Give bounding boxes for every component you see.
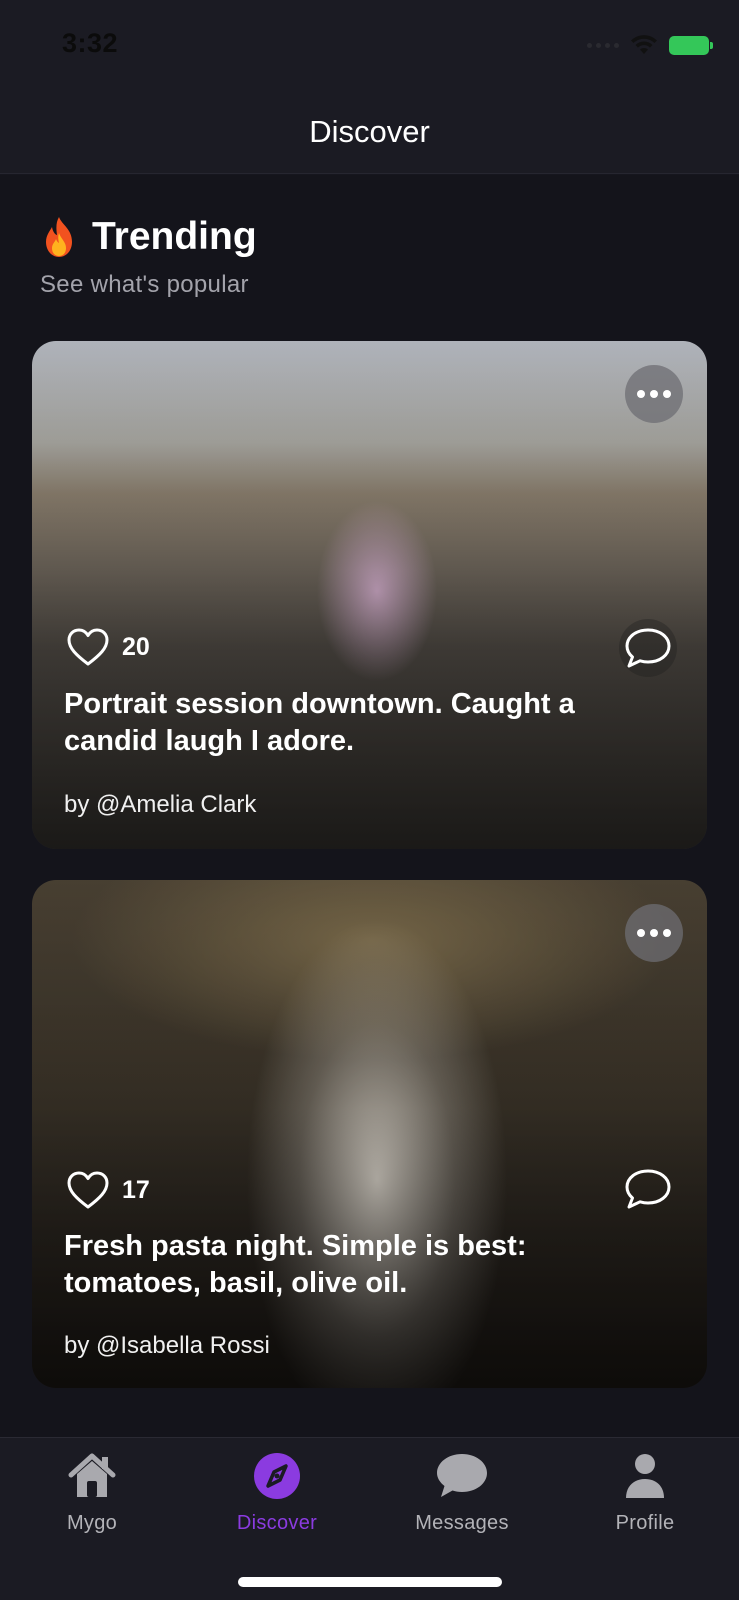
more-options-button[interactable]	[625, 904, 683, 962]
heart-icon	[67, 628, 109, 666]
like-button[interactable]: 17	[66, 1170, 150, 1210]
post-caption: Portrait session downtown. Caught a cand…	[64, 688, 575, 757]
tab-bar: Mygo Discover Messages Profile	[0, 1437, 739, 1600]
fire-icon	[46, 217, 72, 257]
section-title: Trending	[92, 215, 257, 258]
dot-icon	[663, 929, 671, 937]
trending-section-header: Trending See what's popular	[40, 215, 257, 299]
post-card[interactable]: 20 Portrait session downtown. Caught a c…	[32, 341, 707, 849]
tab-label: Discover	[236, 1512, 318, 1534]
tab-discover[interactable]: Discover	[207, 1450, 347, 1535]
status-bar: 3:32	[0, 0, 739, 90]
cellular-signal-icon	[587, 42, 619, 48]
comment-bubble-icon	[625, 628, 671, 668]
more-options-button[interactable]	[625, 365, 683, 423]
dot-icon	[650, 929, 658, 937]
tab-mygo[interactable]: Mygo	[22, 1450, 162, 1535]
dot-icon	[637, 929, 645, 937]
dot-icon	[663, 390, 671, 398]
tab-label: Mygo	[66, 1512, 118, 1534]
house-icon	[68, 1453, 116, 1497]
page-title: Discover	[309, 113, 430, 149]
dot-icon	[650, 390, 658, 398]
comment-button[interactable]	[619, 619, 677, 677]
status-icons	[587, 34, 713, 56]
like-count: 17	[122, 1175, 150, 1204]
post-author[interactable]: by @Amelia Clark	[64, 791, 256, 819]
comment-bubble-icon	[625, 1169, 671, 1209]
wifi-icon	[631, 35, 657, 54]
battery-icon	[669, 35, 713, 55]
post-card[interactable]: 17 Fresh pasta night. Simple is best: to…	[32, 880, 707, 1388]
person-icon	[626, 1454, 664, 1498]
status-time: 3:32	[62, 28, 119, 58]
discover-feed[interactable]: Trending See what's popular 20 Portrait …	[0, 175, 739, 1437]
heart-icon	[67, 1171, 109, 1209]
tab-label: Messages	[415, 1512, 509, 1534]
dot-icon	[637, 390, 645, 398]
home-indicator[interactable]	[238, 1577, 502, 1587]
comment-button[interactable]	[619, 1160, 677, 1218]
tab-profile[interactable]: Profile	[575, 1450, 715, 1535]
tab-label: Profile	[615, 1512, 675, 1534]
section-subtitle: See what's popular	[40, 271, 249, 298]
navigation-bar: Discover	[0, 90, 739, 174]
post-caption: Fresh pasta night. Simple is best: tomat…	[64, 1230, 527, 1299]
like-count: 20	[122, 632, 150, 661]
tab-messages[interactable]: Messages	[392, 1450, 532, 1535]
post-author[interactable]: by @Isabella Rossi	[64, 1332, 270, 1360]
like-button[interactable]: 20	[66, 627, 150, 667]
chat-bubble-icon	[437, 1454, 487, 1497]
compass-icon	[254, 1453, 300, 1499]
